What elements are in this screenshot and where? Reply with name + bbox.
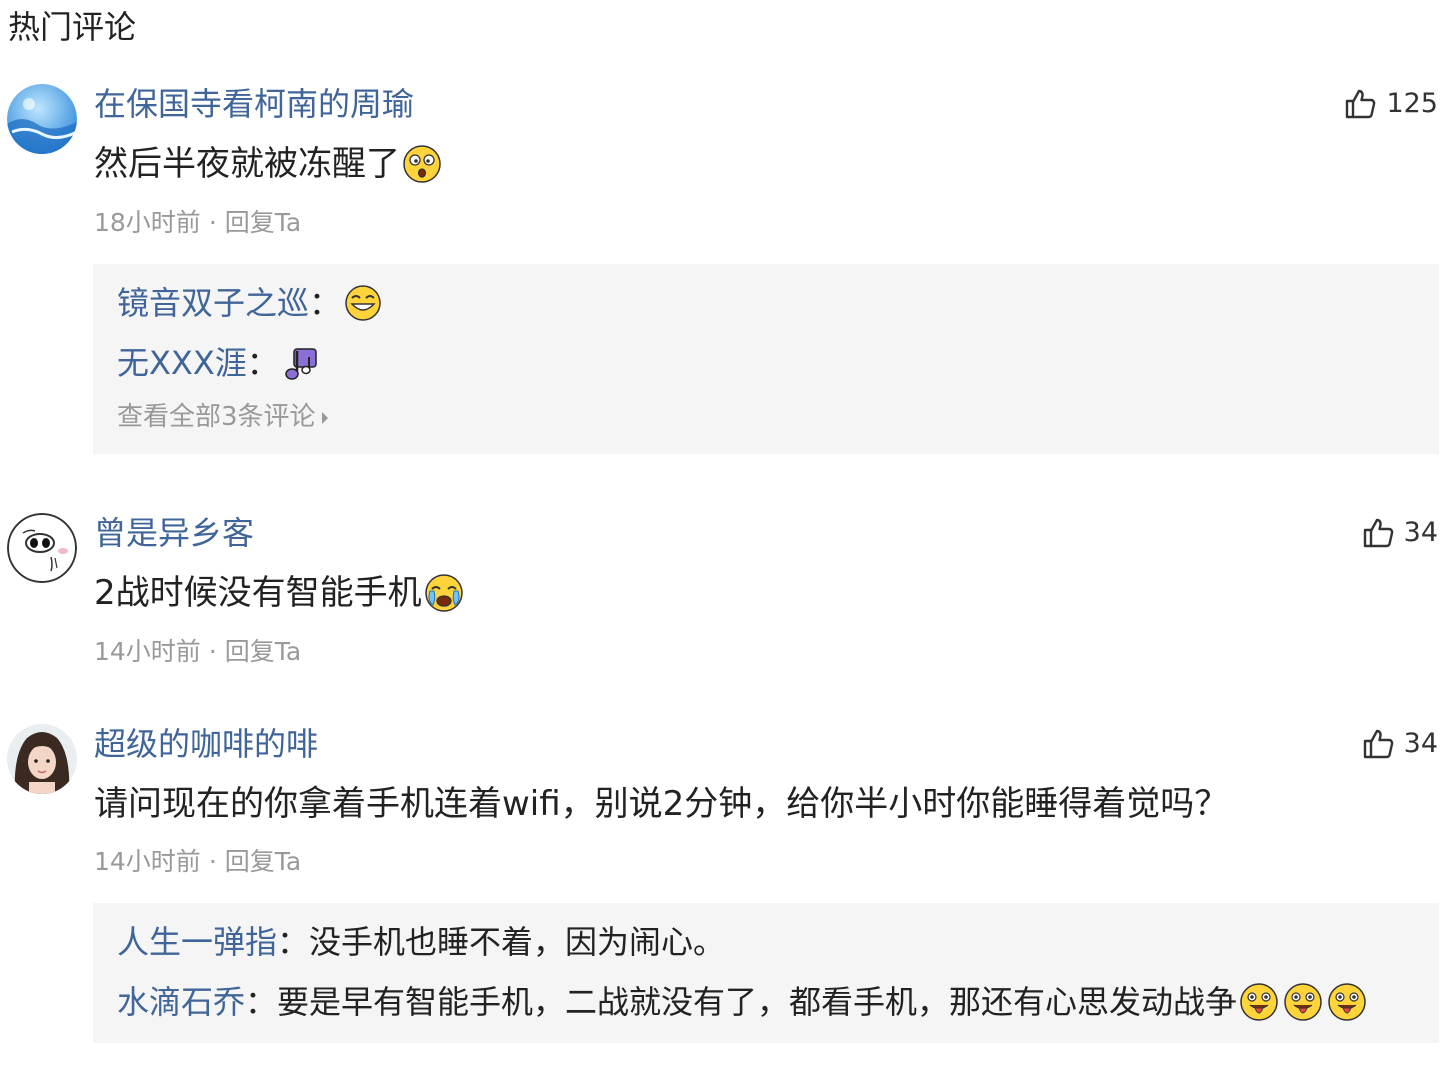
comment-item: 曾是异乡客 34 2战时候没有智能手机 14小时前 · 回复Ta	[0, 513, 1446, 673]
meta-dot: ·	[208, 637, 217, 666]
comment-item: 在保国寺看柯南的周瑜 125 然后半夜就被冻醒了 18小时前 · 回复Ta 镜音双子…	[0, 84, 1446, 464]
reply-box: 镜音双子之巡： 无XXX涯： 查看全部3条评论	[93, 264, 1439, 454]
reply-button[interactable]: 回复Ta	[225, 847, 301, 876]
reply-username[interactable]: 水滴石乔	[117, 981, 245, 1023]
meta-dot: ·	[208, 208, 217, 237]
avatar[interactable]	[7, 84, 77, 154]
chevron-right-icon	[321, 411, 328, 424]
reply-separator: ：	[309, 284, 342, 322]
avatar-image	[7, 84, 77, 154]
view-all-label: 查看全部3条评论	[117, 402, 316, 432]
tongue-out-emoji-icon	[1239, 982, 1279, 1022]
reply-separator: ：	[246, 344, 279, 382]
like-button[interactable]: 34	[1362, 515, 1438, 551]
comment-username[interactable]: 超级的咖啡的啡	[94, 724, 318, 764]
thumbs-up-icon	[1362, 517, 1394, 549]
like-count: 34	[1403, 517, 1438, 548]
reply-box: 人生一弹指：没手机也睡不着，因为闹心。 水滴石乔：要是早有智能手机，二战就没有了…	[93, 903, 1439, 1043]
thumbs-up-icon	[1362, 728, 1394, 760]
reply-username[interactable]: 人生一弹指	[117, 921, 277, 963]
view-all-replies-link[interactable]: 查看全部3条评论	[117, 400, 328, 434]
comment-text-body: 请问现在的你拿着手机连着wifi，别说2分钟，给你半小时你能睡得着觉吗？	[94, 784, 1229, 824]
thumbs-up-icon	[1344, 88, 1376, 120]
music-note-icon	[281, 343, 321, 383]
comment-time: 14小时前	[94, 637, 201, 666]
comment-time: 18小时前	[94, 208, 201, 237]
crying-emoji-icon	[424, 573, 464, 613]
reply-text: 要是早有智能手机，二战就没有了，都看手机，那还有心思发动战争	[277, 983, 1238, 1021]
comment-username[interactable]: 曾是异乡客	[94, 513, 254, 553]
avatar[interactable]	[7, 724, 77, 794]
reply-username[interactable]: 镜音双子之巡	[117, 282, 309, 324]
reply-button[interactable]: 回复Ta	[225, 637, 301, 666]
reply-item: 水滴石乔：要是早有智能手机，二战就没有了，都看手机，那还有心思发动战争	[117, 981, 1367, 1023]
meta-dot: ·	[208, 847, 217, 876]
avatar-image	[7, 724, 77, 794]
comment-meta: 18小时前 · 回复Ta	[94, 207, 301, 239]
reply-text: 没手机也睡不着，因为闹心。	[309, 923, 726, 961]
comment-time: 14小时前	[94, 847, 201, 876]
like-button[interactable]: 34	[1362, 726, 1438, 762]
tongue-out-emoji-icon	[1283, 982, 1323, 1022]
like-button[interactable]: 125	[1344, 86, 1438, 122]
comment-meta: 14小时前 · 回复Ta	[94, 846, 301, 878]
like-count: 125	[1386, 88, 1438, 119]
happy-emoji-icon	[343, 283, 383, 323]
like-count: 34	[1403, 728, 1438, 759]
comment-item: 超级的咖啡的啡 34 请问现在的你拿着手机连着wifi，别说2分钟，给你半小时你…	[0, 724, 1446, 1044]
reply-separator: ：	[245, 983, 278, 1021]
shocked-emoji-icon	[402, 144, 442, 184]
comment-text: 然后半夜就被冻醒了	[94, 142, 442, 186]
comment-text-body: 然后半夜就被冻醒了	[94, 144, 400, 184]
reply-item: 镜音双子之巡：	[117, 282, 383, 324]
comment-text: 请问现在的你拿着手机连着wifi，别说2分钟，给你半小时你能睡得着觉吗？	[94, 782, 1228, 826]
reply-separator: ：	[277, 923, 310, 961]
comment-username[interactable]: 在保国寺看柯南的周瑜	[94, 84, 414, 124]
comment-meta: 14小时前 · 回复Ta	[94, 636, 301, 668]
comment-text: 2战时候没有智能手机	[94, 571, 464, 615]
section-title: 热门评论	[8, 8, 137, 46]
avatar-image	[7, 513, 77, 583]
reply-button[interactable]: 回复Ta	[225, 208, 301, 237]
comment-text-body: 2战时候没有智能手机	[94, 573, 422, 613]
reply-username[interactable]: 无XXX涯	[117, 342, 247, 384]
reply-item: 人生一弹指：没手机也睡不着，因为闹心。	[117, 921, 725, 963]
reply-item: 无XXX涯：	[117, 342, 321, 384]
tongue-out-emoji-icon	[1327, 982, 1367, 1022]
avatar[interactable]	[7, 513, 77, 583]
